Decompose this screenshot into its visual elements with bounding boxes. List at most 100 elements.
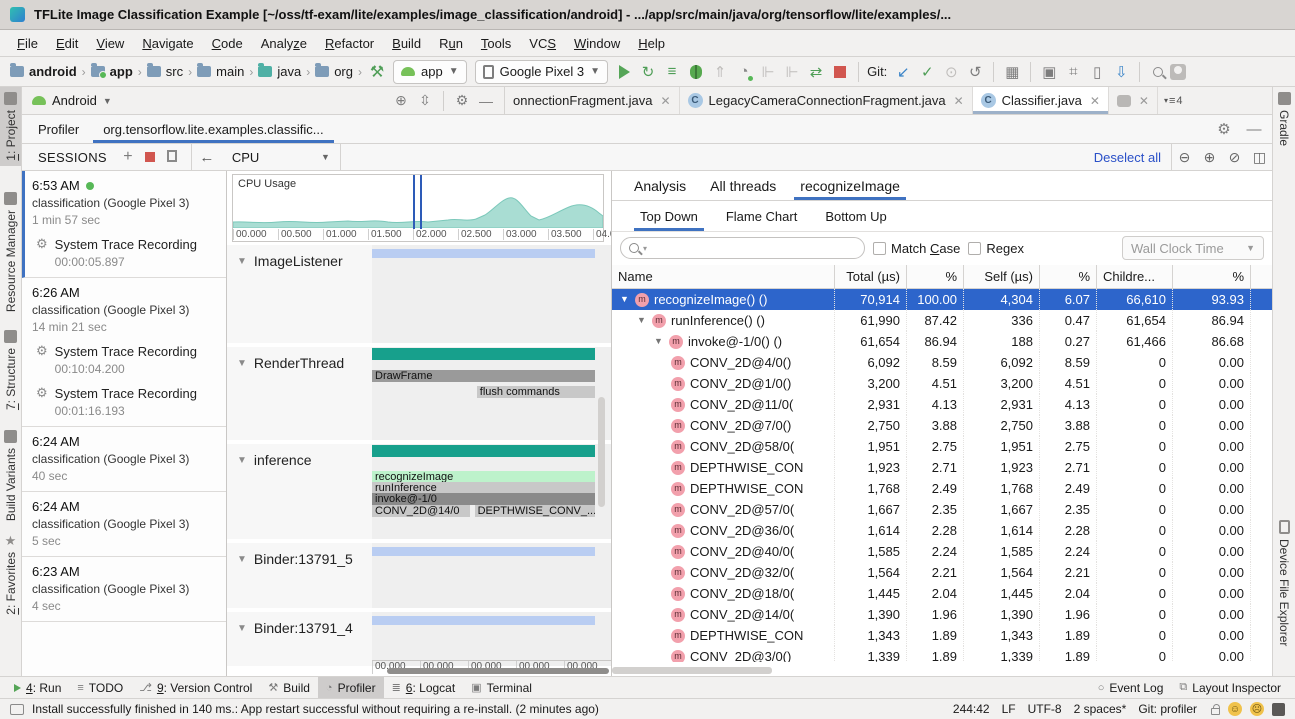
deselect-all-link[interactable]: Deselect all [1084, 150, 1171, 165]
match-case-checkbox[interactable]: Match Case [873, 241, 960, 256]
selection-handle-right[interactable] [420, 175, 422, 229]
happy-face-icon[interactable]: ☺ [1228, 702, 1242, 716]
menu-navigate[interactable]: Navigate [133, 32, 202, 55]
thread-name[interactable]: ▼RenderThread [237, 355, 344, 371]
table-row[interactable]: mDEPTHWISE_CON1,9232.711,9232.7100.00 [612, 457, 1272, 478]
close-icon[interactable]: ✕ [1139, 94, 1149, 108]
zoom-in-icon[interactable]: ⊕ [1197, 149, 1222, 166]
add-session-icon[interactable]: + [117, 148, 139, 166]
apply-code-changes-button[interactable]: ≡ [660, 60, 684, 84]
reset-zoom-icon[interactable]: ⊘ [1222, 149, 1247, 166]
git-history-icon[interactable]: ⊙ [939, 60, 963, 84]
expand-icon[interactable]: ▼ [637, 310, 647, 331]
subtab-top-down[interactable]: Top Down [626, 201, 712, 231]
session-item[interactable]: 6:23 AMclassification (Google Pixel 3)4 … [22, 557, 226, 622]
table-row[interactable]: ▼mrunInference() ()61,99087.423360.4761,… [612, 310, 1272, 331]
column-header-0[interactable]: Name [612, 265, 835, 288]
table-row[interactable]: mCONV_2D@58/0(1,9512.751,9512.7500.00 [612, 436, 1272, 457]
statusbar-item-utf-8[interactable]: UTF-8 [1022, 702, 1068, 716]
statusbar-toggle-icon[interactable] [10, 704, 24, 715]
thread-track[interactable]: recognizeImagerunInferenceinvoke@-1/0CON… [372, 444, 595, 539]
menu-window[interactable]: Window [565, 32, 629, 55]
toolwindow-button-build[interactable]: ⚒Build [260, 677, 318, 698]
hide-pane-icon[interactable]: — [474, 93, 498, 109]
close-icon[interactable]: ✕ [660, 94, 670, 108]
horizontal-scrollbar[interactable] [612, 667, 772, 674]
git-update-button[interactable]: ↙ [891, 60, 915, 84]
toolwindow-button-layout-inspector[interactable]: ⧉Layout Inspector [1171, 677, 1289, 698]
tab-all-threads[interactable]: All threads [698, 171, 788, 200]
git-rollback-button[interactable]: ↺ [963, 60, 987, 84]
expand-icon[interactable]: ▼ [654, 331, 664, 352]
subtab-bottom-up[interactable]: Bottom Up [811, 201, 900, 231]
toolwindow-button-6-logcat[interactable]: ≣6: Logcat [384, 677, 464, 698]
trace-event-bar[interactable]: DEPTHWISE_CONV_... [475, 505, 595, 517]
table-row[interactable]: mCONV_2D@11/0(2,9314.132,9314.1300.00 [612, 394, 1272, 415]
thread-track[interactable] [372, 543, 595, 608]
profiler-session-tab[interactable]: org.tensorflow.lite.examples.classific..… [93, 115, 333, 143]
build-hammer-icon[interactable]: ⚒ [365, 60, 389, 84]
breadcrumb-java[interactable]: java [256, 64, 303, 79]
table-row[interactable]: mDEPTHWISE_CON1,7682.491,7682.4900.00 [612, 478, 1272, 499]
trace-event-bar[interactable]: invoke@-1/0 [372, 493, 595, 505]
lock-icon[interactable] [1211, 708, 1220, 715]
recording-item[interactable]: ⚙System Trace Recording00:00:05.897 [32, 237, 218, 269]
apply-changes-restart-button[interactable]: ↻ [636, 60, 660, 84]
device-manager-button[interactable]: ⌗ [1061, 60, 1085, 84]
running-devices-button[interactable]: ▣ [1037, 60, 1061, 84]
gear-icon[interactable]: ⚙ [450, 92, 474, 109]
locate-file-icon[interactable]: ⊕ [389, 92, 413, 109]
menu-run[interactable]: Run [430, 32, 472, 55]
run-button[interactable] [612, 60, 636, 84]
statusbar-item-244-42[interactable]: 244:42 [947, 702, 996, 716]
menu-analyze[interactable]: Analyze [252, 32, 316, 55]
menu-file[interactable]: File [8, 32, 47, 55]
project-view-selector[interactable]: Android [52, 93, 97, 108]
stop-session-icon[interactable] [139, 149, 161, 165]
menu-tools[interactable]: Tools [472, 32, 520, 55]
editor-tab[interactable]: CLegacyCameraConnectionFragment.java✕ [680, 87, 973, 114]
expand-sessions-icon[interactable] [161, 149, 183, 165]
column-header-1[interactable]: Total (µs) [835, 265, 907, 288]
table-row[interactable]: mCONV_2D@36/0(1,6142.281,6142.2800.00 [612, 520, 1272, 541]
menu-view[interactable]: View [87, 32, 133, 55]
table-row[interactable]: mCONV_2D@18/0(1,4452.041,4452.0400.00 [612, 583, 1272, 604]
thread-name[interactable]: ▼inference [237, 452, 312, 468]
editor-tab[interactable]: onnectionFragment.java✕ [505, 87, 680, 114]
session-item[interactable]: 6:24 AMclassification (Google Pixel 3)5 … [22, 492, 226, 557]
attach-debugger-to-process-icon[interactable]: ⊩ [780, 60, 804, 84]
debug-button[interactable] [684, 60, 708, 84]
run-config-select[interactable]: app ▼ [393, 60, 467, 84]
table-row[interactable]: mCONV_2D@32/0(1,5642.211,5642.2100.00 [612, 562, 1272, 583]
search-input[interactable] [651, 241, 856, 255]
column-header-4[interactable]: % [1040, 265, 1097, 288]
trace-event-bar[interactable]: DrawFrame [372, 370, 595, 382]
table-row[interactable]: ▼mrecognizeImage() ()70,914100.004,3046.… [612, 289, 1272, 310]
table-row[interactable]: mDEPTHWISE_CON1,3431.891,3431.8900.00 [612, 625, 1272, 646]
vertical-scrollbar[interactable] [598, 397, 605, 507]
column-header-6[interactable]: % [1173, 265, 1251, 288]
sidebar-item-2-favorites[interactable]: ★2: Favorites [0, 529, 21, 620]
breadcrumb-main[interactable]: main [195, 64, 246, 79]
recording-item[interactable]: ⚙System Trace Recording00:01:16.193 [32, 386, 218, 418]
menu-edit[interactable]: Edit [47, 32, 87, 55]
device-select[interactable]: Google Pixel 3 ▼ [475, 60, 608, 84]
sdk-manager-button[interactable]: ⇩ [1109, 60, 1133, 84]
subtab-flame-chart[interactable]: Flame Chart [712, 201, 812, 231]
thread-name[interactable]: ▼Binder:13791_4 [237, 620, 353, 636]
session-item[interactable]: 6:24 AMclassification (Google Pixel 3)40… [22, 427, 226, 492]
toolwindow-button-todo[interactable]: ≡TODO [69, 677, 131, 698]
breadcrumb-src[interactable]: src [145, 64, 185, 79]
hidden-editor-tab[interactable]: ✕ [1109, 87, 1158, 114]
minimize-icon[interactable]: — [1242, 117, 1266, 141]
selection-handle-left[interactable] [413, 175, 415, 229]
column-header-3[interactable]: Self (µs) [964, 265, 1040, 288]
toolwindow-button-event-log[interactable]: ○Event Log [1090, 677, 1172, 698]
attach-debugger-icon[interactable]: ⇑ [708, 60, 732, 84]
table-row[interactable]: mCONV_2D@57/0(1,6672.351,6672.3500.00 [612, 499, 1272, 520]
trace-event-bar[interactable]: flush commands [477, 386, 595, 398]
recording-item[interactable]: ⚙System Trace Recording00:10:04.200 [32, 344, 218, 376]
menu-code[interactable]: Code [203, 32, 252, 55]
table-row[interactable]: mCONV_2D@7/0()2,7503.882,7503.8800.00 [612, 415, 1272, 436]
sync-project-icon[interactable]: ⇄ [804, 60, 828, 84]
